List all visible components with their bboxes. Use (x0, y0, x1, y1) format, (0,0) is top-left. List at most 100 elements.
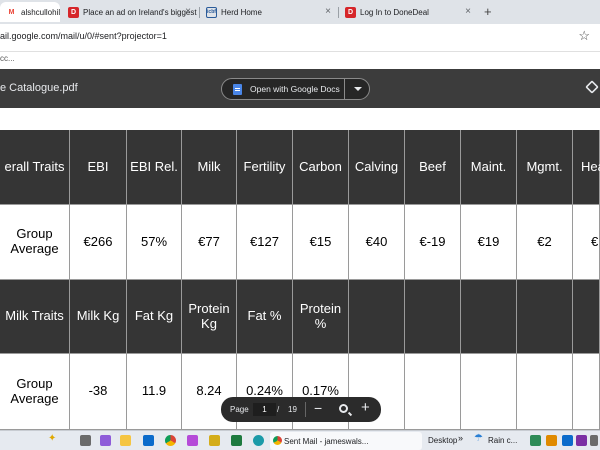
table-header-cell: Carbon (293, 130, 349, 205)
table-header-cell: Beef (405, 130, 461, 205)
table-cell: €15 (293, 205, 349, 280)
excel-icon[interactable] (231, 435, 242, 446)
table-cell (517, 354, 573, 430)
table-cell: €77 (182, 205, 237, 280)
star-icon[interactable]: ☆ (578, 28, 590, 44)
pdf-toolbar: e Catalogue.pdf Open with Google Docs (0, 69, 600, 108)
table-cell: €127 (237, 205, 293, 280)
table-header-cell: Protein Kg (182, 280, 237, 354)
zoom-icon[interactable] (339, 404, 348, 413)
chrome-icon (273, 436, 282, 445)
add-shortcut-icon[interactable] (585, 80, 599, 94)
close-icon[interactable]: × (325, 6, 331, 17)
desktop-toolbar-label[interactable]: Desktop (428, 436, 457, 445)
tray-app-icon[interactable] (562, 435, 573, 446)
table-cell: €40 (349, 205, 405, 280)
table-cell: -38 (70, 354, 127, 430)
table-header-cell: erall Traits (0, 130, 70, 205)
zoom-out-button[interactable]: − (314, 400, 322, 416)
tab-label: Place an ad on Ireland's biggest (83, 7, 197, 17)
table-header-cell (461, 280, 517, 354)
outlook-icon[interactable] (143, 435, 154, 446)
tab-label: alshcullohill (21, 7, 60, 17)
taskbar-chrome-sent-mail[interactable]: Sent Mail - jameswals... (270, 432, 422, 450)
table-cell: €2 (517, 205, 573, 280)
new-tab-icon[interactable]: + (484, 4, 492, 19)
table-header-cell (349, 280, 405, 354)
page-navigator: Page 1 / 19 − + (221, 397, 381, 422)
table-cell: €266 (70, 205, 127, 280)
browser-tab-bar: M alshcullohill D Place an ad on Ireland… (0, 0, 600, 24)
button-divider (344, 79, 345, 99)
file-explorer-icon[interactable] (120, 435, 131, 446)
table-cell: 57% (127, 205, 182, 280)
tab-gmail[interactable]: M alshcullohill (0, 2, 60, 22)
chevron-right-icon[interactable]: » (458, 433, 463, 443)
windows-taskbar: ✦ Sent Mail - jameswals... Desktop » ☂ R… (0, 430, 600, 450)
tab-herd-home[interactable]: icbf Herd Home × (200, 2, 337, 22)
store-icon[interactable] (209, 435, 220, 446)
table-cell: € (573, 205, 600, 280)
table-header-cell: Fat % (237, 280, 293, 354)
chevron-down-icon[interactable] (354, 87, 362, 91)
table-header-cell: Fat Kg (127, 280, 182, 354)
icbf-icon: icbf (206, 6, 217, 18)
tab-label: Herd Home (221, 7, 262, 17)
gmail-icon: M (8, 8, 15, 16)
tab-donedeal-place-ad[interactable]: D Place an ad on Ireland's biggest × (62, 2, 197, 22)
table-cell: Group Average (0, 205, 70, 280)
table-header-cell (573, 280, 600, 354)
onenote-icon[interactable] (576, 435, 587, 446)
address-bar: ail.google.com/mail/u/0/#sent?projector=… (0, 24, 600, 52)
tray-app-icon[interactable] (590, 435, 598, 446)
task-view-icon[interactable] (80, 435, 91, 446)
table-header-cell: Hea (573, 130, 600, 205)
table-cell (573, 354, 600, 430)
table-header-cell: Milk Traits (0, 280, 70, 354)
table-header-cell: Calving (349, 130, 405, 205)
copilot-sparkle-icon[interactable]: ✦ (48, 433, 59, 444)
taskbar-item-label: Sent Mail - jameswals... (284, 436, 369, 446)
bookmarks-bar: cc... (0, 52, 600, 69)
zoom-in-button[interactable]: + (361, 399, 370, 416)
table-header-cell: Mgmt. (517, 130, 573, 205)
page-number-input[interactable]: 1 (253, 403, 276, 416)
tray-app-icon[interactable] (530, 435, 541, 446)
table-cell (405, 354, 461, 430)
table-header-cell: Maint. (461, 130, 517, 205)
bookmark-item[interactable]: cc... (0, 54, 15, 63)
donedeal-icon: D (345, 6, 356, 18)
weather-label[interactable]: Rain c... (488, 436, 517, 445)
tab-label: Log In to DoneDeal (360, 7, 429, 17)
donedeal-icon: D (68, 6, 79, 18)
close-icon[interactable]: × (185, 6, 191, 17)
google-docs-icon (233, 83, 242, 95)
table-cell: €-19 (405, 205, 461, 280)
table-header-cell: Fertility (237, 130, 293, 205)
page-total: 19 (288, 405, 297, 414)
open-with-google-docs-button[interactable]: Open with Google Docs (221, 78, 370, 100)
url-field[interactable]: ail.google.com/mail/u/0/#sent?projector=… (0, 31, 167, 41)
table-header-cell (517, 280, 573, 354)
table-cell: 11.9 (127, 354, 182, 430)
open-with-label: Open with Google Docs (250, 84, 340, 94)
table-header-cell: EBI (70, 130, 127, 205)
table-header-cell: Milk (182, 130, 237, 205)
table-header-cell (405, 280, 461, 354)
close-icon[interactable]: × (465, 6, 471, 17)
page-separator: / (277, 405, 280, 414)
widgets-icon[interactable] (100, 435, 111, 446)
pdf-page-content: erall Traits EBI EBI Rel. Milk Fertility… (0, 108, 600, 430)
chrome-icon[interactable] (165, 435, 176, 446)
tab-donedeal-login[interactable]: D Log In to DoneDeal × (339, 2, 477, 22)
table-cell (461, 354, 517, 430)
app-icon[interactable] (187, 435, 198, 446)
edge-icon[interactable] (253, 435, 264, 446)
table-cell: Group Average (0, 354, 70, 430)
table-header-cell: Protein % (293, 280, 349, 354)
tray-app-icon[interactable] (546, 435, 557, 446)
pdf-title: e Catalogue.pdf (0, 82, 78, 94)
pager-divider (305, 402, 306, 417)
page-label: Page (230, 405, 249, 414)
table-cell: €19 (461, 205, 517, 280)
